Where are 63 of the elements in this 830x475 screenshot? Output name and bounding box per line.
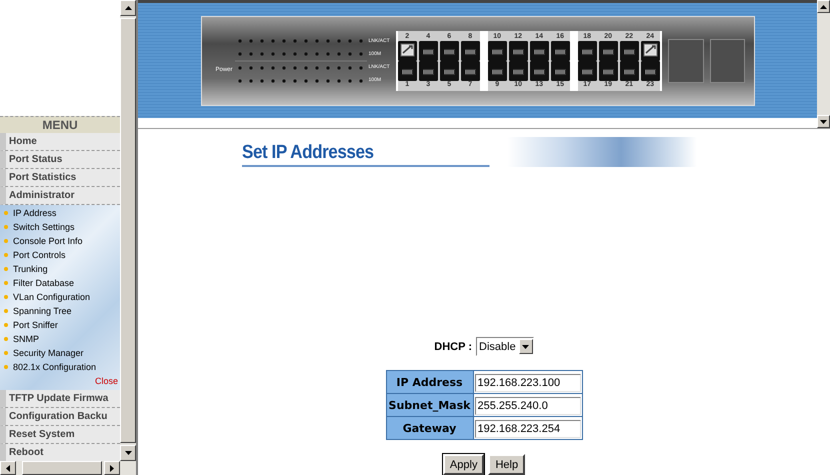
bullet-icon <box>4 365 8 369</box>
submenu-item[interactable]: VLan Configuration <box>13 292 90 302</box>
ethernet-port-icon <box>508 60 528 80</box>
input-field[interactable]: 192.168.223.254 <box>474 420 580 438</box>
input-field[interactable]: 192.168.223.100 <box>474 374 580 392</box>
sfp-slot <box>668 38 704 82</box>
bullet-icon <box>4 253 8 257</box>
bullet-icon <box>4 211 8 215</box>
menu-item[interactable]: Port Status <box>0 151 120 169</box>
submenu-item[interactable]: Port Controls <box>13 250 66 260</box>
ethernet-port-icon <box>620 60 639 80</box>
ethernet-port-icon <box>598 60 618 80</box>
left-arrow-icon <box>6 464 10 472</box>
bullet-icon <box>4 225 8 229</box>
horizontal-scrollbar[interactable] <box>0 461 136 475</box>
up-arrow-icon <box>124 6 132 10</box>
menu-item[interactable]: Configuration Backu <box>0 408 120 426</box>
ethernet-port-icon <box>418 60 438 80</box>
sfp-slot <box>710 38 746 82</box>
bullet-icon <box>4 267 8 271</box>
submenu-item[interactable]: Port Sniffer <box>13 320 58 330</box>
submenu-item[interactable]: IP Address <box>13 208 56 218</box>
submenu-item[interactable]: SNMP <box>13 334 40 344</box>
dhcp-label: DHCP : <box>434 340 472 352</box>
down-arrow-icon <box>522 344 530 348</box>
input-field[interactable]: 255.255.240.0 <box>474 396 580 414</box>
menu-item[interactable]: Administrator <box>0 187 120 205</box>
menu-item[interactable]: Port Statistics <box>0 169 120 187</box>
menu-header: MENU <box>0 116 120 133</box>
down-arrow-icon <box>124 451 132 455</box>
right-arrow-icon <box>110 464 114 472</box>
submenu-item[interactable]: Spanning Tree <box>13 306 72 316</box>
submenu-item[interactable]: Trunking <box>13 264 48 274</box>
menu-item[interactable]: Reboot <box>0 444 120 461</box>
field-label: Subnet_Mask <box>386 394 473 416</box>
down-arrow-icon <box>820 120 827 124</box>
field-label: IP Address <box>386 370 473 394</box>
submenu-item[interactable]: 802.1x Configuration <box>13 362 96 372</box>
bullet-icon <box>4 281 8 285</box>
close-link[interactable]: Close <box>0 374 120 388</box>
field-label: Gateway <box>386 416 473 440</box>
submenu-item[interactable]: Switch Settings <box>13 222 75 232</box>
bullet-icon <box>4 351 8 355</box>
bullet-icon <box>4 309 8 313</box>
help-button[interactable]: Help <box>488 454 526 475</box>
bullet-icon <box>4 295 8 299</box>
bullet-icon <box>4 323 8 327</box>
menu-item[interactable]: TFTP Update Firmwa <box>0 390 120 408</box>
bullet-icon <box>4 337 8 341</box>
page-title: Set IP Addresses <box>242 142 490 167</box>
dhcp-dropdown[interactable]: Disable <box>476 337 534 356</box>
menu-item[interactable]: Reset System <box>0 426 120 444</box>
apply-button[interactable]: Apply <box>442 454 484 475</box>
menu-item[interactable]: Home <box>0 133 120 151</box>
submenu-item[interactable]: Security Manager <box>13 348 84 358</box>
scrollbar[interactable] <box>817 0 830 128</box>
ethernet-port-icon <box>440 60 459 80</box>
submenu-item[interactable]: Filter Database <box>13 278 74 288</box>
up-arrow-icon <box>820 4 827 8</box>
bullet-icon <box>4 239 8 243</box>
submenu-item[interactable]: Console Port Info <box>13 236 83 246</box>
ethernet-port-icon <box>530 60 549 80</box>
scrollbar[interactable] <box>120 0 136 461</box>
